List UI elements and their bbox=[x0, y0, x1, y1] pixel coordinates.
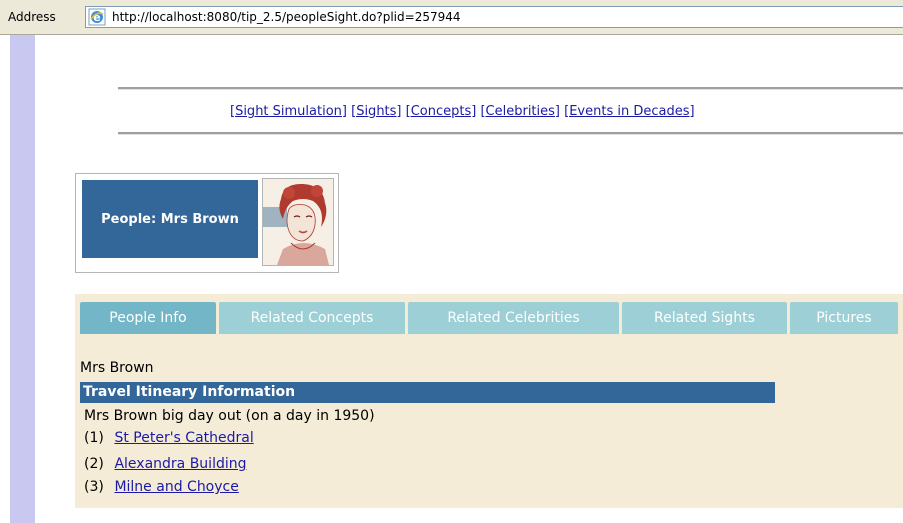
tab-people-info[interactable]: People Info bbox=[80, 302, 216, 334]
left-accent-strip bbox=[10, 35, 35, 523]
tab-related-sights[interactable]: Related Sights bbox=[622, 302, 787, 334]
nav-link-sights[interactable]: [Sights] bbox=[351, 104, 401, 119]
stop-link-st-peters-cathedral[interactable]: St Peter's Cathedral bbox=[114, 430, 253, 446]
stop-link-alexandra-building[interactable]: Alexandra Building bbox=[114, 456, 246, 472]
nav-top-rule bbox=[118, 87, 903, 90]
nav-bottom-rule bbox=[118, 132, 903, 135]
itinerary-description: Mrs Brown big day out (on a day in 1950) bbox=[84, 408, 375, 424]
stop-link-milne-and-choyce[interactable]: Milne and Choyce bbox=[114, 479, 238, 495]
address-bar: Address e http://localhost:8080/tip_2.5/… bbox=[0, 0, 903, 35]
tab-related-concepts[interactable]: Related Concepts bbox=[219, 302, 405, 334]
nav-link-celebrities[interactable]: [Celebrities] bbox=[480, 104, 560, 119]
person-title-box: People: Mrs Brown bbox=[75, 173, 339, 273]
stop-number: (3) bbox=[84, 479, 104, 495]
site-nav: [Sight Simulation] [Sights] [Concepts] [… bbox=[230, 104, 695, 119]
list-item: (1) St Peter's Cathedral bbox=[84, 430, 254, 446]
tab-related-celebrities[interactable]: Related Celebrities bbox=[408, 302, 619, 334]
person-title: People: Mrs Brown bbox=[82, 180, 258, 258]
list-item: (2) Alexandra Building bbox=[84, 456, 247, 472]
left-margin bbox=[0, 35, 10, 523]
stop-number: (1) bbox=[84, 430, 104, 446]
list-item: (3) Milne and Choyce bbox=[84, 479, 239, 495]
nav-link-concepts[interactable]: [Concepts] bbox=[406, 104, 477, 119]
nav-link-events-in-decades[interactable]: [Events in Decades] bbox=[564, 104, 694, 119]
ie-page-icon: e bbox=[88, 8, 106, 26]
stop-number: (2) bbox=[84, 456, 104, 472]
itinerary-header: Travel Itineary Information bbox=[80, 382, 775, 403]
address-url: http://localhost:8080/tip_2.5/peopleSigh… bbox=[112, 10, 461, 24]
tab-pictures[interactable]: Pictures bbox=[790, 302, 898, 334]
address-label: Address bbox=[8, 10, 56, 24]
person-portrait-image bbox=[262, 178, 334, 266]
address-input[interactable]: e http://localhost:8080/tip_2.5/peopleSi… bbox=[85, 6, 903, 28]
nav-link-sight-simulation[interactable]: [Sight Simulation] bbox=[230, 104, 347, 119]
person-name: Mrs Brown bbox=[80, 360, 154, 376]
